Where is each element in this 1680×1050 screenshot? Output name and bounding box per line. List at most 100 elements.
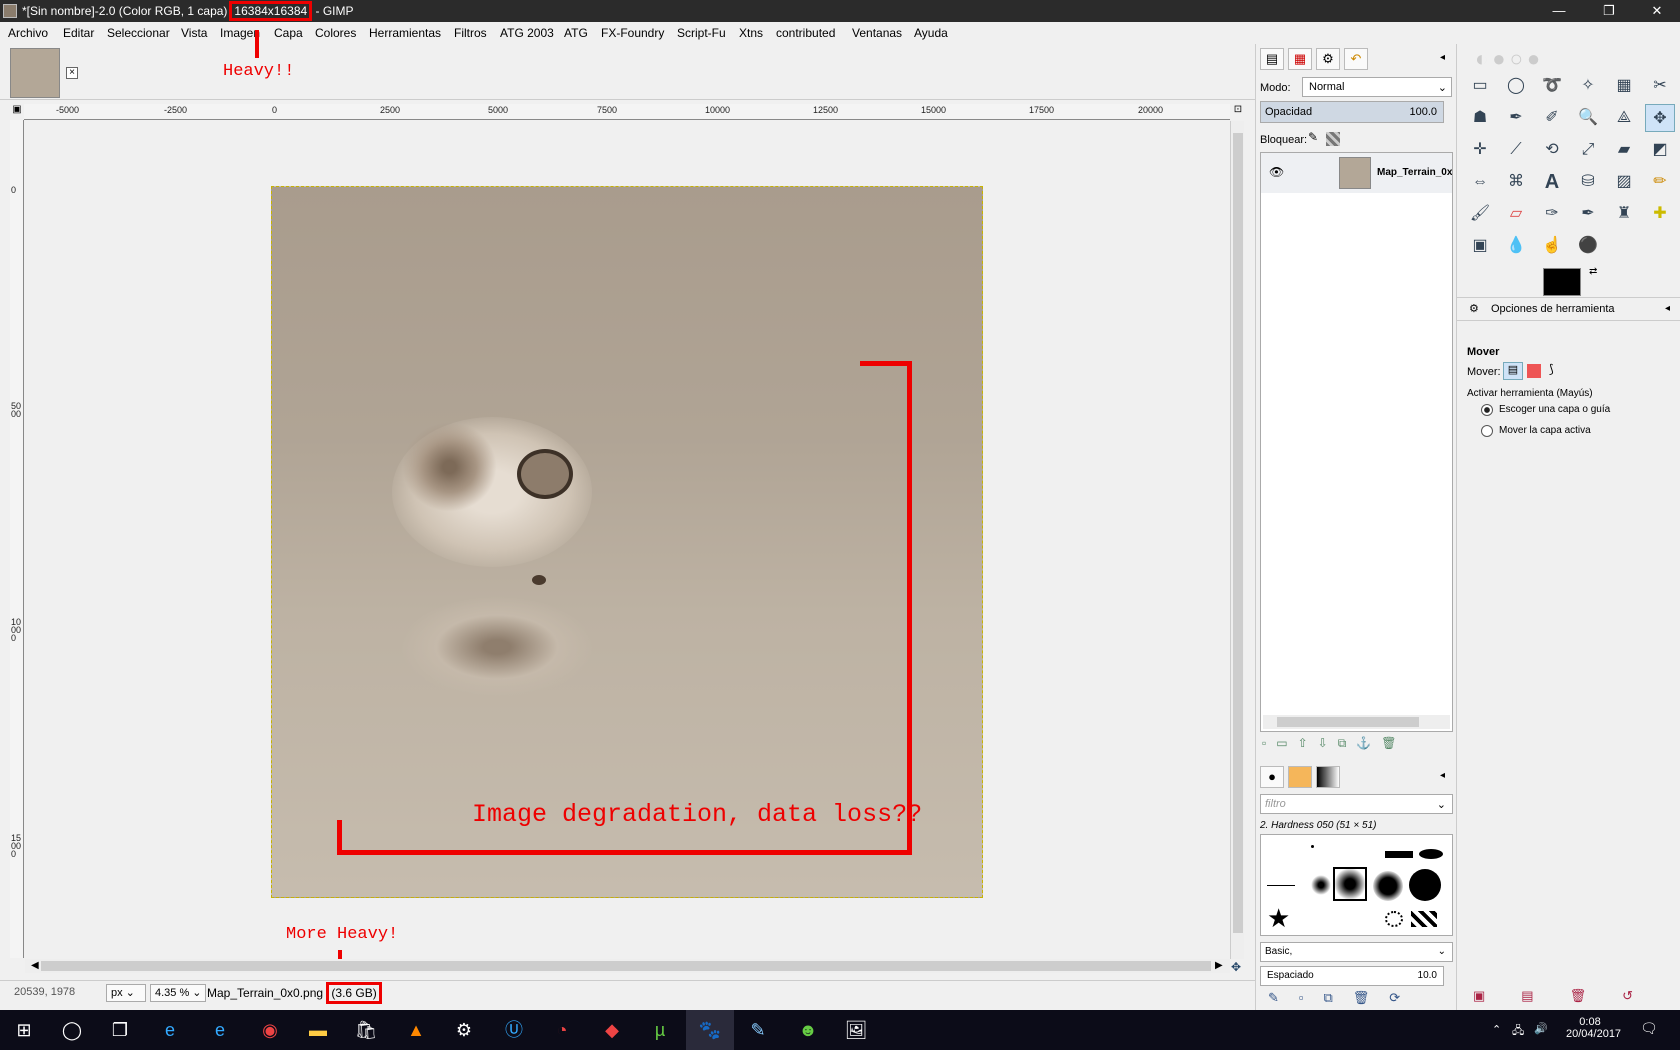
start-windows-icon[interactable]: ⊞ <box>0 1010 48 1050</box>
brush-item-selected[interactable] <box>1333 867 1367 901</box>
brushes-tab-icon[interactable]: ● <box>1260 766 1284 788</box>
scissors-tool[interactable]: ✂ <box>1645 72 1675 100</box>
color-picker-tool[interactable]: ✐ <box>1537 104 1567 132</box>
gradients-tab-icon[interactable] <box>1316 766 1340 788</box>
eraser-tool[interactable]: ▱ <box>1501 200 1531 228</box>
gimp-taskbar-icon[interactable]: 🐾 <box>686 1010 734 1050</box>
volume-icon[interactable]: 🔊 <box>1534 1022 1548 1035</box>
dodge-burn-tool[interactable]: ⚫ <box>1573 232 1603 260</box>
opacity-slider[interactable]: Opacidad 100.0 <box>1260 101 1444 123</box>
channels-tab-icon[interactable]: ▦ <box>1288 48 1312 70</box>
menu-capa[interactable]: Capa <box>274 26 303 40</box>
image-viewer-icon[interactable]: 🖼 <box>832 1010 880 1050</box>
uplay-icon[interactable]: Ⓤ <box>490 1010 538 1050</box>
menu-atg[interactable]: ATG <box>564 26 588 40</box>
cage-transform-tool[interactable]: ⌘ <box>1501 168 1531 196</box>
clone-tool[interactable]: ♜ <box>1609 200 1639 228</box>
menu-xtns[interactable]: Xtns <box>739 26 763 40</box>
paths-tab-icon[interactable]: ⚙ <box>1316 48 1340 70</box>
zoom-tool[interactable]: 🔍 <box>1573 104 1603 132</box>
pencil-tool[interactable]: ✏ <box>1645 168 1675 196</box>
blur-tool[interactable]: 💧 <box>1501 232 1531 260</box>
move-tool[interactable]: ✥ <box>1645 104 1675 132</box>
zoom-fit-icon[interactable]: ⊡ <box>1231 104 1245 120</box>
radio-pick-layer[interactable] <box>1481 404 1493 416</box>
heal-tool[interactable]: ✚ <box>1645 200 1675 228</box>
vertical-scroll-thumb[interactable] <box>1233 133 1243 933</box>
text-tool[interactable]: A <box>1537 168 1567 196</box>
tool-options-menu-icon[interactable]: ◂ <box>1665 303 1670 314</box>
foreground-select-tool[interactable]: ☗ <box>1465 104 1495 132</box>
scroll-right-icon[interactable]: ▶ <box>1215 960 1223 971</box>
brush-item[interactable] <box>1311 875 1331 895</box>
menu-archivo[interactable]: Archivo <box>8 26 48 40</box>
move-path-mode-icon[interactable]: ⟆ <box>1549 362 1554 376</box>
layers-tab-icon[interactable]: ▤ <box>1260 48 1284 70</box>
horizontal-scroll-thumb[interactable] <box>41 961 1211 971</box>
fuzzy-select-tool[interactable]: ✧ <box>1573 72 1603 100</box>
move-layer-mode-icon[interactable]: ▤ <box>1503 362 1523 380</box>
close-image-tab-icon[interactable]: × <box>66 67 78 79</box>
menu-ventanas[interactable]: Ventanas <box>852 26 902 40</box>
brush-actions[interactable]: ✎▫⧉🗑⟳ <box>1268 990 1448 1006</box>
notepad-icon[interactable]: ✎ <box>734 1010 782 1050</box>
close-window-button[interactable]: ✕ <box>1634 0 1680 22</box>
lock-alpha-icon[interactable] <box>1326 132 1340 146</box>
navigate-icon[interactable]: ✥ <box>1231 960 1245 974</box>
radio-move-active-layer[interactable] <box>1481 425 1493 437</box>
perspective-clone-tool[interactable]: ▣ <box>1465 232 1495 260</box>
crop-tool[interactable]: ⟋ <box>1501 136 1531 164</box>
scale-tool[interactable]: ⤢ <box>1573 136 1603 164</box>
network-icon[interactable]: 🖧 <box>1512 1022 1524 1041</box>
task-view-icon[interactable]: ❐ <box>96 1010 144 1050</box>
ink-tool[interactable]: ✒ <box>1573 200 1603 228</box>
app-green-icon[interactable]: ☻ <box>784 1010 832 1050</box>
smudge-tool[interactable]: ☝ <box>1537 232 1567 260</box>
brush-item[interactable] <box>1419 849 1443 859</box>
lock-pixels-icon[interactable]: ✎ <box>1308 130 1318 144</box>
menu-atg-2003[interactable]: ATG 2003 <box>500 26 554 40</box>
menu-script-fu[interactable]: Script-Fu <box>677 26 726 40</box>
chrome-icon[interactable]: ◉ <box>246 1010 294 1050</box>
steam-icon[interactable]: ⚙ <box>440 1010 488 1050</box>
cortana-search-icon[interactable]: ◯ <box>48 1010 96 1050</box>
free-select-tool[interactable]: ➰ <box>1537 72 1567 100</box>
tray-chevron-icon[interactable]: ⌃ <box>1492 1023 1501 1036</box>
visibility-eye-icon[interactable]: 👁 <box>1269 165 1284 179</box>
brush-item[interactable] <box>1385 911 1403 927</box>
move-selection-mode-icon[interactable] <box>1527 364 1541 378</box>
store-icon[interactable]: 🛍 <box>342 1010 390 1050</box>
horizontal-scrollbar[interactable]: ◀ ▶ <box>25 959 1230 973</box>
rotate-tool[interactable]: ⟲ <box>1537 136 1567 164</box>
rect-select-tool[interactable]: ▭ <box>1465 72 1495 100</box>
select-by-color-tool[interactable]: ▦ <box>1609 72 1639 100</box>
internet-explorer-icon[interactable]: e <box>146 1010 194 1050</box>
tool-options-actions[interactable]: ▣▤🗑↺ <box>1473 988 1673 1004</box>
vertical-scrollbar[interactable] <box>1230 121 1244 959</box>
minimize-button[interactable]: — <box>1536 0 1582 22</box>
image-tab-thumbnail[interactable] <box>10 48 60 98</box>
flip-tool[interactable]: ⇔ <box>1465 168 1495 196</box>
menu-vista[interactable]: Vista <box>181 26 207 40</box>
menu-colores[interactable]: Colores <box>315 26 356 40</box>
paths-tool[interactable]: ✒ <box>1501 104 1531 132</box>
vlc-icon[interactable]: ▲ <box>392 1010 440 1050</box>
align-tool[interactable]: ✛ <box>1465 136 1495 164</box>
measure-tool[interactable]: ⟁ <box>1609 104 1639 132</box>
foreground-color-swatch[interactable] <box>1543 268 1581 296</box>
quick-mask-toggle-icon[interactable]: ▣ <box>10 104 24 120</box>
airbrush-tool[interactable]: ✑ <box>1537 200 1567 228</box>
scroll-left-icon[interactable]: ◀ <box>31 960 39 971</box>
brush-grid[interactable]: ★ <box>1260 834 1453 936</box>
speed-app-icon[interactable]: ◔ <box>538 1010 586 1050</box>
zoom-select[interactable]: 4.35 % ⌄ <box>150 984 206 1002</box>
brush-item[interactable] <box>1267 885 1295 886</box>
clock[interactable]: 0:08 20/04/2017 <box>1566 1016 1621 1040</box>
menu-contributed[interactable]: contributed <box>776 26 835 40</box>
gpu-tweak-icon[interactable]: ◆ <box>588 1010 636 1050</box>
dock-menu-icon[interactable]: ◂ <box>1440 52 1445 63</box>
menu-filtros[interactable]: Filtros <box>454 26 487 40</box>
spacing-slider[interactable]: Espaciado 10.0 <box>1260 966 1444 986</box>
shear-tool[interactable]: ▰ <box>1609 136 1639 164</box>
star-brush-icon[interactable]: ★ <box>1267 905 1290 931</box>
